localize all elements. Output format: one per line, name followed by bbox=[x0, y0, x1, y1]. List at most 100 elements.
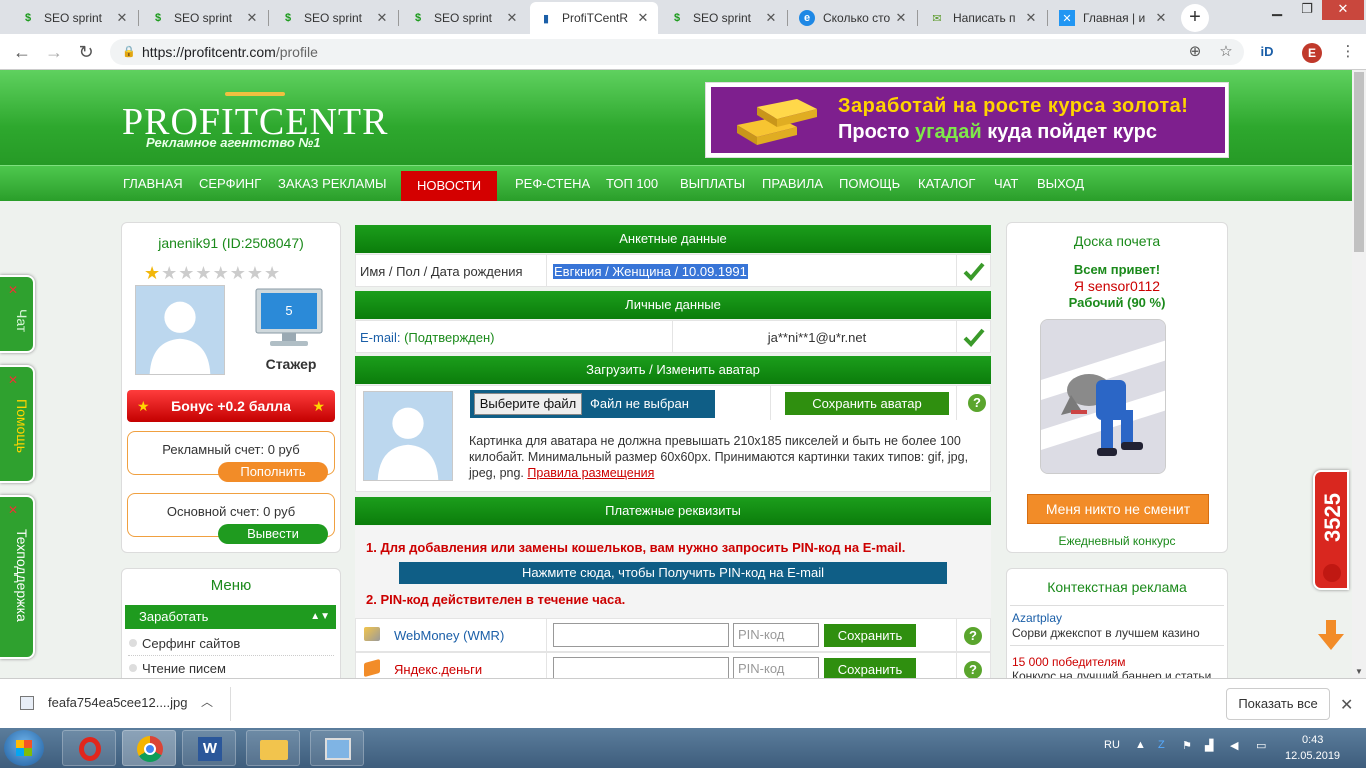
tray-expand-icon[interactable]: ▲ bbox=[1135, 739, 1146, 751]
nav-chat[interactable]: ЧАТ bbox=[994, 166, 1018, 202]
close-tab-icon[interactable]: ✕ bbox=[1024, 10, 1038, 26]
topup-button[interactable]: Пополнить bbox=[218, 462, 328, 482]
browser-tab[interactable]: $ SEO sprint ✕ bbox=[402, 2, 527, 34]
explorer-taskbar-icon[interactable] bbox=[246, 730, 300, 766]
close-window-icon[interactable]: ✕ bbox=[1322, 0, 1364, 20]
collapse-icon[interactable]: ▲▼ bbox=[310, 605, 330, 629]
browser-tab[interactable]: $ SEO sprint ✕ bbox=[661, 2, 786, 34]
pin-input[interactable]: PIN-код bbox=[733, 623, 819, 647]
menu-group-earn[interactable]: Заработать ▲▼ bbox=[125, 605, 336, 629]
forward-icon[interactable]: → bbox=[44, 42, 64, 62]
browser-tab[interactable]: e Сколько сто ✕ bbox=[791, 2, 916, 34]
online-counter[interactable]: 3525 bbox=[1313, 470, 1349, 590]
close-tab-icon[interactable]: ✕ bbox=[636, 10, 650, 26]
save-avatar-button[interactable]: Сохранить аватар bbox=[785, 392, 949, 415]
battery-icon[interactable]: ▭ bbox=[1256, 739, 1266, 752]
browser-tab[interactable]: $ SEO sprint ✕ bbox=[142, 2, 267, 34]
nav-home[interactable]: ГЛАВНАЯ bbox=[123, 166, 183, 202]
close-icon[interactable]: ✕ bbox=[8, 503, 18, 517]
page-scrollbar[interactable]: ▼ bbox=[1352, 70, 1366, 678]
nav-help[interactable]: ПОМОЩЬ bbox=[839, 166, 900, 202]
scroll-down-arrow-icon[interactable] bbox=[1318, 620, 1344, 650]
nav-surfing[interactable]: СЕРФИНГ bbox=[199, 166, 261, 202]
bookmark-star-icon[interactable]: ☆ bbox=[1216, 42, 1236, 62]
get-pin-button[interactable]: Нажмите сюда, чтобы Получить PIN-код на … bbox=[399, 562, 947, 584]
close-tab-icon[interactable]: ✕ bbox=[245, 10, 259, 26]
extension-id-icon[interactable]: iD bbox=[1257, 42, 1277, 62]
close-tab-icon[interactable]: ✕ bbox=[1154, 10, 1168, 26]
daily-contest-link[interactable]: Ежедневный конкурс bbox=[1007, 534, 1227, 548]
minimize-icon[interactable]: ▁ bbox=[1262, 0, 1292, 20]
clock-date[interactable]: 12.05.2019 bbox=[1285, 750, 1340, 762]
user-name[interactable]: janenik91 (ID:2508047) bbox=[122, 235, 340, 251]
menu-item-letters[interactable]: Чтение писем bbox=[128, 656, 334, 678]
network-icon[interactable]: ▟ bbox=[1205, 739, 1213, 752]
nav-ref-wall[interactable]: РЕФ-СТЕНА bbox=[515, 166, 590, 202]
name-value[interactable]: Евгкния / Женщина / 10.09.1991 bbox=[553, 264, 748, 279]
clock-time[interactable]: 0:43 bbox=[1302, 734, 1323, 746]
side-tab-chat[interactable]: ✕ Чат bbox=[0, 275, 35, 353]
browser-menu-icon[interactable]: ⋮ bbox=[1338, 42, 1358, 62]
start-button[interactable] bbox=[4, 730, 44, 766]
close-tab-icon[interactable]: ✕ bbox=[764, 10, 778, 26]
file-input[interactable]: Выберите файл Файл не выбран bbox=[470, 390, 715, 418]
help-icon[interactable]: ? bbox=[964, 661, 982, 678]
nav-order-ads[interactable]: ЗАКАЗ РЕКЛАМЫ bbox=[278, 166, 387, 202]
close-tab-icon[interactable]: ✕ bbox=[894, 10, 908, 26]
replace-leader-button[interactable]: Меня никто не сменит bbox=[1027, 494, 1209, 524]
context-ad-title[interactable]: Azartplay bbox=[1012, 611, 1062, 625]
browser-tab[interactable]: ✕ Главная | и ✕ bbox=[1051, 2, 1176, 34]
profile-avatar[interactable]: E bbox=[1302, 43, 1322, 63]
side-tab-support[interactable]: ✕ Техподдержка bbox=[0, 495, 35, 659]
nav-news[interactable]: НОВОСТИ bbox=[401, 171, 498, 201]
bonus-button[interactable]: ★ Бонус +0.2 балла ★ bbox=[127, 390, 335, 422]
wallet-input[interactable] bbox=[553, 623, 729, 647]
save-wallet-button[interactable]: Сохранить bbox=[824, 624, 916, 647]
address-bar[interactable]: 🔒 https://profitcentr.com/profile bbox=[110, 39, 1244, 65]
show-all-downloads-button[interactable]: Показать все bbox=[1226, 688, 1330, 720]
pin-input[interactable]: PIN-код bbox=[733, 657, 819, 678]
chevron-up-icon[interactable]: ︿ bbox=[201, 693, 213, 710]
back-icon[interactable]: ← bbox=[12, 42, 32, 62]
download-file-name[interactable]: feafa754ea5cee12....jpg bbox=[48, 695, 188, 710]
side-tab-help[interactable]: ✕ Помощь bbox=[0, 365, 35, 483]
restore-icon[interactable]: ❐ bbox=[1292, 0, 1322, 20]
close-icon[interactable]: ✕ bbox=[8, 373, 18, 387]
avatar-rules-link[interactable]: Правила размещения bbox=[527, 466, 654, 480]
opera-taskbar-icon[interactable] bbox=[62, 730, 116, 766]
browser-tab[interactable]: $ SEO sprint ✕ bbox=[272, 2, 397, 34]
help-icon[interactable]: ? bbox=[964, 627, 982, 645]
context-ad-title[interactable]: 15 000 победителям bbox=[1012, 655, 1125, 669]
close-tab-icon[interactable]: ✕ bbox=[505, 10, 519, 26]
save-wallet-button[interactable]: Сохранить bbox=[824, 658, 916, 678]
flag-icon[interactable]: ⚑ bbox=[1182, 739, 1192, 752]
close-tab-icon[interactable]: ✕ bbox=[375, 10, 389, 26]
browser-tab[interactable]: ✉ Написать п ✕ bbox=[921, 2, 1046, 34]
nav-top100[interactable]: ТОП 100 bbox=[606, 166, 658, 202]
language-indicator[interactable]: RU bbox=[1104, 739, 1120, 751]
nav-payouts[interactable]: ВЫПЛАТЫ bbox=[680, 166, 745, 202]
browser-tab-active[interactable]: ▮ ProfiTCentR ✕ bbox=[530, 2, 658, 34]
browser-tab[interactable]: $ SEO sprint ✕ bbox=[12, 2, 137, 34]
nav-catalog[interactable]: КАТАЛОГ bbox=[918, 166, 975, 202]
withdraw-button[interactable]: Вывести bbox=[218, 524, 328, 544]
zoom-icon[interactable]: ⊕ bbox=[1185, 42, 1205, 62]
control-panel-taskbar-icon[interactable] bbox=[310, 730, 364, 766]
nav-rules[interactable]: ПРАВИЛА bbox=[762, 166, 823, 202]
tray-app-icon[interactable]: Z bbox=[1158, 739, 1165, 751]
menu-item-surfing[interactable]: Серфинг сайтов bbox=[128, 631, 334, 656]
choose-file-button[interactable]: Выберите файл bbox=[474, 393, 582, 415]
chrome-taskbar-icon[interactable] bbox=[122, 730, 176, 766]
volume-icon[interactable]: ◀ bbox=[1230, 739, 1238, 752]
close-tab-icon[interactable]: ✕ bbox=[115, 10, 129, 26]
reload-icon[interactable]: ↻ bbox=[76, 42, 96, 62]
honor-user[interactable]: Я sensor0112 bbox=[1007, 278, 1227, 294]
wallet-input[interactable] bbox=[553, 657, 729, 678]
word-taskbar-icon[interactable]: W bbox=[182, 730, 236, 766]
close-download-bar-icon[interactable]: ✕ bbox=[1340, 695, 1353, 715]
new-tab-button[interactable]: + bbox=[1181, 4, 1209, 32]
help-icon[interactable]: ? bbox=[968, 394, 986, 412]
close-icon[interactable]: ✕ bbox=[8, 283, 18, 297]
nav-logout[interactable]: ВЫХОД bbox=[1037, 166, 1084, 202]
ad-banner[interactable]: Заработай на росте курса золота! Просто … bbox=[705, 82, 1229, 158]
